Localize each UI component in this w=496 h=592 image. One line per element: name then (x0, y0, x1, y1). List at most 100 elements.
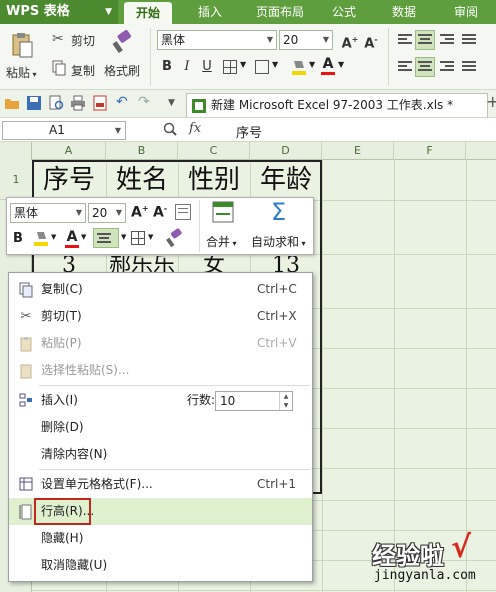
menu-item-copy[interactable]: 复制(C) Ctrl+C (9, 276, 312, 303)
align-left-icon[interactable] (396, 31, 414, 49)
open-folder-icon[interactable] (4, 96, 20, 110)
print-icon[interactable] (70, 95, 86, 111)
bold-button[interactable]: B (158, 58, 176, 76)
menu-item-paste[interactable]: 粘贴(P) Ctrl+V (9, 330, 312, 357)
mini-font-name-select[interactable]: 黑体 ▼ (10, 203, 86, 223)
customize-chevron-icon[interactable]: ▼ (168, 98, 175, 108)
column-header-c[interactable]: C (178, 142, 250, 160)
mini-autosum-button[interactable]: 自动求和 ▾ (251, 233, 306, 250)
zoom-search-icon[interactable] (163, 122, 177, 136)
tab-page-layout[interactable]: 页面布局 (246, 0, 314, 24)
ribbon-divider (388, 28, 389, 86)
menu-item-format-cells[interactable]: 设置单元格格式(F)... Ctrl+1 (9, 471, 312, 498)
copy-button[interactable]: 复制 (71, 62, 95, 79)
menu-item-delete[interactable]: 删除(D) (9, 414, 312, 441)
merge-cells-icon[interactable] (212, 201, 234, 225)
column-header-f[interactable]: F (394, 142, 466, 160)
menu-item-unhide[interactable]: 取消隐藏(U) (9, 552, 312, 579)
tab-formulas[interactable]: 公式 (320, 0, 368, 24)
align-right-icon[interactable] (438, 58, 456, 76)
borders-icon[interactable] (223, 60, 237, 74)
mini-font-color-button[interactable]: A (65, 229, 79, 249)
mini-font-size-value: 20 (92, 206, 108, 220)
paste-button[interactable]: 粘贴 ▾ (6, 64, 37, 81)
rows-count-input[interactable]: 10 ▲ ▼ (215, 391, 293, 411)
chevron-down-icon[interactable]: ▼ (121, 233, 126, 241)
export-pdf-icon[interactable] (92, 95, 108, 111)
menu-item-row-height[interactable]: 行高(R)... (9, 498, 312, 525)
font-size-select[interactable]: 20 ▼ (279, 30, 333, 50)
mini-align-center-button[interactable] (93, 228, 119, 248)
mini-fill-color-icon[interactable] (33, 230, 49, 248)
mini-format-painter-icon[interactable] (165, 228, 185, 248)
merge-cells-icon[interactable] (255, 60, 269, 74)
tab-review[interactable]: 审阅 (440, 0, 492, 24)
paste-icon[interactable] (8, 32, 38, 60)
paste-icon (18, 336, 34, 352)
cell-a1[interactable]: 序号 (32, 163, 106, 197)
menu-item-hide[interactable]: 隐藏(H) (9, 525, 312, 552)
chevron-down-icon[interactable]: ▼ (272, 60, 278, 69)
mini-format-cells-icon[interactable] (175, 204, 191, 220)
menu-item-clear-contents[interactable]: 清除内容(N) (9, 441, 312, 468)
chevron-down-icon[interactable]: ▼ (81, 233, 86, 241)
mini-merge-button[interactable]: 合并 ▾ (206, 233, 237, 250)
font-color-button[interactable]: A (320, 56, 336, 76)
menu-item-cut[interactable]: ✂ 剪切(T) Ctrl+X (9, 303, 312, 330)
format-painter-button[interactable]: 格式刷 (104, 62, 140, 79)
chevron-down-icon[interactable]: ▼ (240, 60, 246, 69)
document-tab[interactable]: 新建 Microsoft Excel 97-2003 工作表.xls * (186, 93, 488, 117)
fill-color-icon[interactable] (290, 58, 308, 76)
menu-item-insert[interactable]: 插入(I) 行数: 10 ▲ ▼ (9, 387, 312, 414)
distributed-icon[interactable] (460, 58, 478, 76)
cell-c1[interactable]: 性别 (178, 163, 250, 197)
chevron-down-icon[interactable]: ▼ (148, 233, 153, 241)
mini-grow-font-button[interactable]: A+ (131, 204, 149, 221)
formula-input[interactable]: 序号 (236, 122, 262, 141)
cell-b1[interactable]: 姓名 (106, 163, 178, 197)
column-header-b[interactable]: B (106, 142, 178, 160)
mini-font-size-select[interactable]: 20 ▼ (88, 203, 126, 223)
align-left-icon[interactable] (396, 58, 414, 76)
print-preview-icon[interactable] (48, 95, 64, 111)
name-box[interactable]: A1 ▼ (2, 121, 126, 140)
chevron-down-icon[interactable]: ▼ (309, 60, 315, 69)
mini-borders-icon[interactable] (131, 231, 145, 245)
wps-app-menu-button[interactable]: WPS 表格 ▼ (0, 0, 118, 24)
undo-icon[interactable]: ↶ (116, 94, 128, 110)
mini-bold-button[interactable]: B (13, 231, 23, 246)
align-right-icon[interactable] (438, 31, 456, 49)
menu-label: 复制(C) (41, 282, 83, 296)
menu-label: 删除(D) (41, 420, 84, 434)
tab-data[interactable]: 数据 (380, 0, 428, 24)
align-middle-icon[interactable] (415, 57, 435, 77)
underline-button[interactable]: U (198, 58, 216, 76)
column-header-e[interactable]: E (322, 142, 394, 160)
column-header-d[interactable]: D (250, 142, 322, 160)
chevron-down-icon[interactable]: ▼ (338, 60, 344, 69)
shrink-font-button[interactable]: A- (362, 31, 380, 51)
grow-font-button[interactable]: A+ (341, 31, 359, 51)
tab-insert[interactable]: 插入 (184, 0, 236, 24)
mini-shrink-font-button[interactable]: A- (153, 204, 167, 221)
save-icon[interactable] (26, 95, 42, 111)
menu-label: 清除内容(N) (41, 447, 108, 461)
insert-function-button[interactable]: fx (189, 121, 201, 136)
font-name-select[interactable]: 黑体 ▼ (157, 30, 277, 50)
redo-icon[interactable]: ↷ (138, 94, 150, 110)
chevron-down-icon: ▼ (114, 126, 121, 135)
cell-d1[interactable]: 年龄 (250, 163, 322, 197)
spinner-arrows-icon[interactable]: ▲ ▼ (279, 392, 292, 410)
tab-home[interactable]: 开始 (124, 2, 172, 24)
align-center-icon[interactable] (415, 30, 435, 50)
chevron-down-icon[interactable]: ▼ (51, 233, 56, 241)
select-all-corner[interactable] (0, 142, 32, 160)
new-tab-icon[interactable]: + (486, 92, 496, 111)
justify-icon[interactable] (460, 31, 478, 49)
mini-autosum-label: 自动求和 (251, 235, 300, 249)
column-header-a[interactable]: A (32, 142, 106, 160)
menu-item-paste-special[interactable]: 选择性粘贴(S)... (9, 357, 312, 384)
row-header-1[interactable]: 1 (0, 160, 32, 200)
italic-button[interactable]: I (178, 58, 196, 76)
cut-button[interactable]: 剪切 (71, 32, 95, 49)
